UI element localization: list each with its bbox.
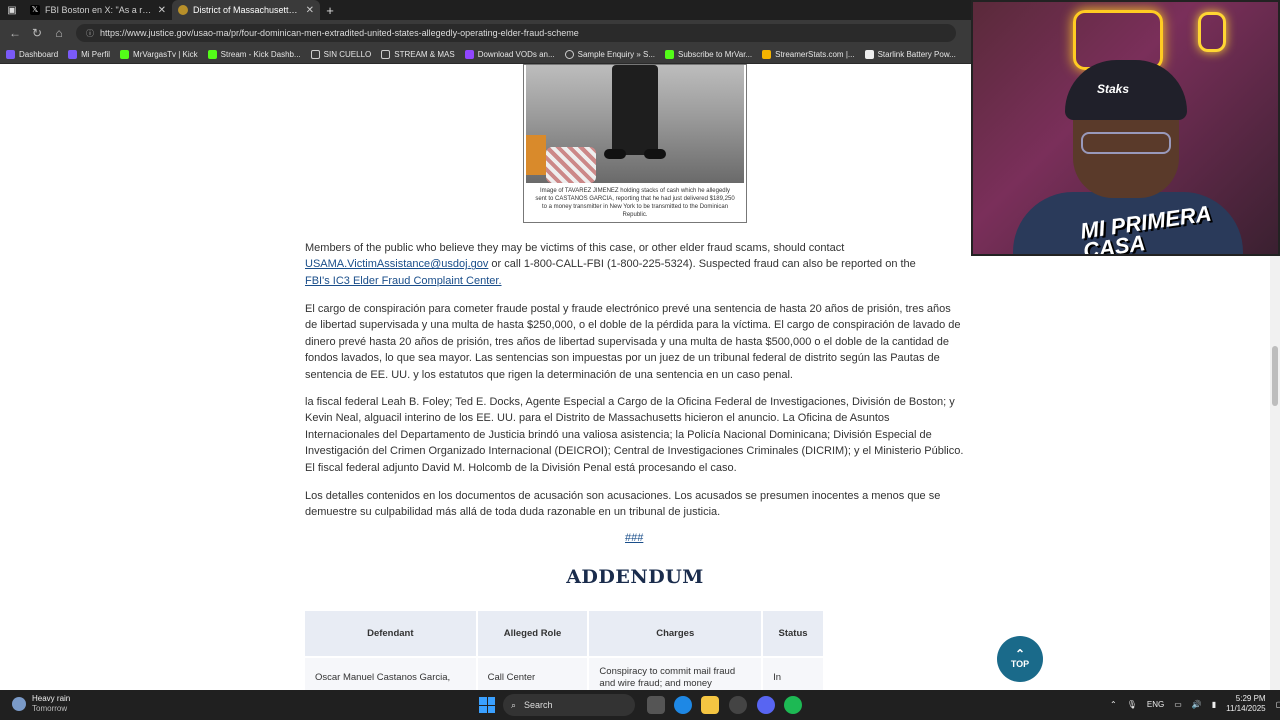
windows-start-icon[interactable] (479, 697, 495, 713)
evidence-photo: Image of TAVAREZ JIMENEZ holding stacks … (523, 64, 747, 223)
weather-widget[interactable]: Heavy rain Tomorrow (12, 694, 70, 714)
victim-assistance-email-link[interactable]: USAMA.VictimAssistance@usdoj.gov (305, 258, 488, 270)
column-header: Alleged Role (476, 611, 590, 657)
column-header: Defendant (305, 611, 478, 657)
site-info-icon[interactable]: ⓘ (86, 28, 94, 39)
chevron-up-icon[interactable]: ⌃ (1110, 700, 1117, 709)
system-tray: ⌃ 🎙 ENG ▭ 🔊 ▮ 5:29 PM 11/14/2025 ▢ (1110, 694, 1280, 714)
x-logo-icon: 𝕏 (30, 5, 40, 15)
photo-shoe (644, 149, 666, 159)
kick-logo-icon (207, 50, 217, 59)
bookmark-download-vods[interactable]: Download VODs an... (464, 50, 555, 59)
bookmark-folder-stream[interactable]: STREAM & MAS (381, 50, 455, 59)
bookmark-folder-sin-cuello[interactable]: SIN CUELLO (310, 50, 371, 59)
discord-icon[interactable] (757, 696, 775, 714)
tab-title: District of Massachusetts | Four Dominic… (193, 5, 301, 15)
edge-browser-icon[interactable] (674, 696, 692, 714)
bookmark-mi-perfil[interactable]: Mi Perfil (68, 50, 110, 59)
bookmark-icon (6, 50, 15, 59)
kick-logo-icon (120, 50, 130, 59)
bookmark-subscribe[interactable]: Subscribe to MrVar... (665, 50, 752, 59)
hash-link[interactable]: ### (625, 532, 643, 544)
microphone-icon[interactable]: 🎙 (1127, 700, 1137, 709)
column-header: Charges (588, 611, 764, 657)
file-explorer-icon[interactable] (701, 696, 719, 714)
addendum-heading: ADDENDUM (566, 566, 704, 588)
photo-image (526, 65, 744, 183)
tab-fbi-boston[interactable]: 𝕏 FBI Boston en X: "As a result of an ✕ (24, 0, 172, 20)
globe-icon (564, 50, 574, 59)
column-header: Status (762, 611, 825, 657)
table-header-row: Defendant Alleged Role Charges Status (305, 611, 825, 657)
bookmark-kick[interactable]: MrVargasTv | Kick (120, 50, 198, 59)
url-field[interactable]: ⓘ https://www.justice.gov/usao-ma/pr/fou… (76, 24, 956, 42)
clock-time: 5:29 PM (1235, 694, 1266, 703)
tab-actions-icon[interactable]: ▣ (0, 0, 24, 20)
url-text: https://www.justice.gov/usao-ma/pr/four-… (100, 28, 579, 38)
photo-person (612, 65, 658, 155)
clock[interactable]: 5:29 PM 11/14/2025 (1226, 694, 1265, 714)
sentencing-paragraph: El cargo de conspiración para cometer fr… (305, 303, 961, 381)
photo-bag (546, 147, 596, 183)
photo-box-detail (526, 135, 546, 175)
volume-icon[interactable]: 🔊 (1192, 700, 1202, 709)
table-cell: Call Center (476, 656, 590, 690)
folder-icon (381, 50, 391, 59)
stats-icon (762, 50, 772, 59)
table-cell: Conspiracy to commit mail fraud and wire… (588, 656, 764, 690)
close-tab-icon[interactable]: ✕ (158, 5, 166, 16)
new-tab-button[interactable]: + (320, 3, 340, 18)
back-to-top-button[interactable]: ⌃ TOP (997, 636, 1043, 682)
network-icon[interactable]: ▭ (1174, 700, 1182, 709)
bookmark-icon (464, 50, 474, 59)
streamer-glasses (1081, 132, 1171, 154)
bookmark-sample-enquiry[interactable]: Sample Enquiry » S... (564, 50, 655, 59)
back-icon[interactable]: ← (4, 22, 26, 44)
bookmark-starlink[interactable]: Starlink Battery Pow... (864, 50, 956, 59)
close-tab-icon[interactable]: ✕ (306, 5, 314, 16)
notification-icon[interactable]: ▢ (1276, 700, 1280, 709)
taskbar-search[interactable]: ⌕ Search (503, 694, 635, 716)
cap-logo-text: Staks (1097, 82, 1130, 96)
bookmark-icon (864, 50, 874, 59)
photo-shoe (604, 149, 626, 159)
photo-caption: Image of TAVAREZ JIMENEZ holding stacks … (535, 188, 735, 218)
clock-date: 11/14/2025 (1226, 704, 1266, 713)
chevron-up-icon: ⌃ (1014, 647, 1026, 661)
bookmark-kick-dashboard[interactable]: Stream - Kick Dashb... (207, 50, 301, 59)
folder-icon (310, 50, 320, 59)
language-indicator[interactable]: ENG (1147, 700, 1164, 709)
bookmark-icon (68, 50, 78, 59)
refresh-icon[interactable]: ↻ (26, 22, 48, 44)
kick-logo-icon (665, 50, 675, 59)
rain-cloud-icon (12, 697, 26, 711)
windows-taskbar: Heavy rain Tomorrow ⌕ Search ⌃ 🎙 ENG ▭ 🔊… (0, 690, 1280, 720)
tab-justice-gov[interactable]: District of Massachusetts | Four Dominic… (172, 0, 320, 20)
defendants-table: Defendant Alleged Role Charges Status Os… (305, 611, 825, 690)
battery-icon[interactable]: ▮ (1212, 700, 1216, 709)
announcement-paragraph: la fiscal federal Leah B. Foley; Ted E. … (305, 396, 964, 474)
search-label: Search (524, 700, 553, 710)
table-cell: In (762, 656, 825, 690)
ic3-complaint-link[interactable]: FBI's IC3 Elder Fraud Complaint Center. (305, 275, 502, 287)
neon-sign (1198, 12, 1226, 52)
tab-title: FBI Boston en X: "As a result of an (45, 5, 153, 15)
spotify-icon[interactable] (784, 696, 802, 714)
bookmark-dashboard[interactable]: Dashboard (6, 50, 58, 59)
bookmark-streamerstats[interactable]: StreamerStats.com |... (762, 50, 855, 59)
disclaimer-paragraph: Los detalles contenidos en los documento… (305, 490, 941, 519)
table-row: Oscar Manuel Castanos Garcia, Call Cente… (305, 656, 825, 690)
weather-title: Heavy rain (32, 694, 71, 703)
table-cell: Oscar Manuel Castanos Garcia, (305, 656, 478, 690)
chrome-icon[interactable] (729, 696, 747, 714)
task-view-icon[interactable] (647, 696, 665, 714)
doj-seal-icon (178, 5, 188, 15)
search-icon: ⌕ (511, 699, 517, 710)
home-icon[interactable]: ⌂ (48, 22, 70, 44)
scrollbar-thumb[interactable] (1272, 346, 1278, 406)
contact-paragraph: Members of the public who believe they m… (305, 242, 916, 287)
webcam-overlay: Staks MI PRIMERA CASA (971, 0, 1280, 256)
weather-subtitle: Tomorrow (32, 704, 68, 713)
top-label: TOP (1010, 659, 1030, 669)
